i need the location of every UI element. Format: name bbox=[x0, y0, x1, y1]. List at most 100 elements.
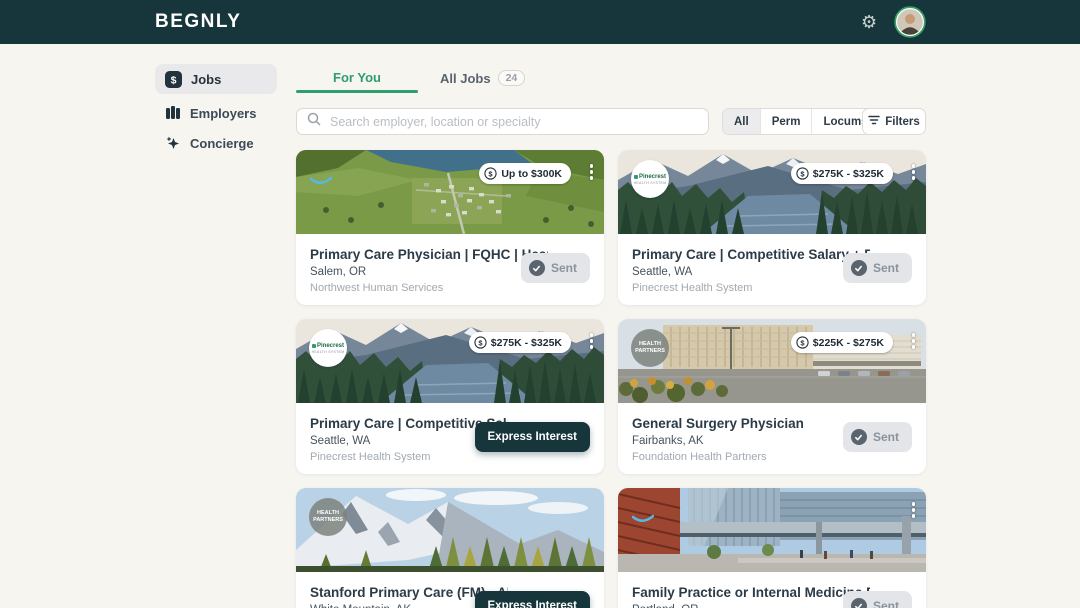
job-action: Sent bbox=[843, 253, 912, 283]
salary-badge-text: $275K - $325K bbox=[491, 337, 562, 349]
job-image: PinecrestHEALTH SYSTEM $ $275K - $325K bbox=[618, 150, 926, 234]
sidebar-item-jobs[interactable]: $ Jobs bbox=[155, 64, 277, 94]
job-card[interactable]: PinecrestHEALTH SYSTEM $ $275K - $325K P… bbox=[296, 319, 604, 474]
sent-button[interactable]: Sent bbox=[843, 253, 912, 283]
job-card[interactable]: $ Up to $300K Primary Care Physician | F… bbox=[296, 150, 604, 305]
sidebar-item-concierge[interactable]: Concierge bbox=[155, 128, 277, 158]
employer-swoosh-logo bbox=[631, 512, 655, 526]
card-menu-icon[interactable] bbox=[588, 162, 596, 182]
check-icon bbox=[851, 598, 867, 608]
job-title: Primary Care Physician | FQHC | Heart of… bbox=[310, 247, 548, 262]
tab-for-you[interactable]: For You bbox=[296, 70, 418, 85]
employer-logo: HEALTHPARTNERS bbox=[631, 329, 669, 367]
job-company: Northwest Human Services bbox=[310, 282, 590, 294]
employer-logo: HEALTHPARTNERS bbox=[309, 498, 347, 536]
salary-badge: $ Up to $300K bbox=[479, 163, 571, 184]
sent-button-label: Sent bbox=[873, 261, 899, 275]
check-icon bbox=[529, 260, 545, 276]
filter-lines-icon bbox=[868, 115, 880, 128]
settings-gear-icon[interactable]: ⚙ bbox=[861, 9, 877, 35]
job-action: Sent bbox=[843, 422, 912, 452]
card-menu-icon[interactable] bbox=[910, 331, 918, 351]
segment-all[interactable]: All bbox=[723, 109, 761, 134]
sent-button[interactable]: Sent bbox=[843, 422, 912, 452]
job-type-segmented-control: All Perm Locums bbox=[722, 108, 880, 135]
job-image: PinecrestHEALTH SYSTEM $ $275K - $325K bbox=[296, 319, 604, 403]
sidebar-item-employers[interactable]: Employers bbox=[155, 98, 277, 128]
job-card[interactable]: HEALTHPARTNERS $ $225K - $275K General S… bbox=[618, 319, 926, 474]
job-card[interactable]: HEALTHPARTNERS Stanford Primary Care (FM… bbox=[296, 488, 604, 608]
job-company: Pinecrest Health System bbox=[632, 282, 912, 294]
job-card-body: Primary Care | Competitive Salary + PSLF… bbox=[618, 234, 926, 305]
search-icon bbox=[307, 112, 321, 131]
segment-perm[interactable]: Perm bbox=[761, 109, 813, 134]
card-menu-icon[interactable] bbox=[588, 331, 596, 351]
all-jobs-count-badge: 24 bbox=[498, 70, 526, 86]
job-title: General Surgery Physician bbox=[632, 416, 870, 431]
job-card[interactable]: PinecrestHEALTH SYSTEM $ $275K - $325K P… bbox=[618, 150, 926, 305]
job-image bbox=[618, 488, 926, 572]
dollar-circle-icon: $ bbox=[796, 167, 809, 180]
salary-badge: $ $225K - $275K bbox=[791, 332, 893, 353]
svg-text:$: $ bbox=[171, 74, 177, 86]
tab-all-jobs[interactable]: All Jobs 24 bbox=[440, 70, 525, 86]
avatar-image bbox=[894, 6, 926, 38]
sent-button[interactable]: Sent bbox=[843, 591, 912, 608]
job-image: $ Up to $300K bbox=[296, 150, 604, 234]
job-action: Sent bbox=[521, 253, 590, 283]
sent-button-label: Sent bbox=[873, 430, 899, 444]
sidebar-item-label: Employers bbox=[190, 106, 256, 121]
salary-badge-text: $275K - $325K bbox=[813, 168, 884, 180]
dollar-circle-icon: $ bbox=[474, 336, 487, 349]
dollar-circle-icon: $ bbox=[796, 336, 809, 349]
user-avatar[interactable] bbox=[894, 6, 926, 38]
app: BEGNLY ⚙ $ Jobs Employers bbox=[0, 0, 1080, 608]
search-bar[interactable] bbox=[296, 108, 709, 135]
employer-logo: PinecrestHEALTH SYSTEM bbox=[631, 160, 669, 198]
sent-button-label: Sent bbox=[873, 599, 899, 608]
job-card-body: Family Practice or Internal Medicine Phy… bbox=[618, 572, 926, 608]
sidebar-item-label: Jobs bbox=[191, 72, 221, 87]
job-cards-grid: $ Up to $300K Primary Care Physician | F… bbox=[296, 150, 926, 608]
sent-button[interactable]: Sent bbox=[521, 253, 590, 283]
filters-button-label: Filters bbox=[885, 116, 920, 128]
job-card-body: Stanford Primary Care (FM) - Alameda Whi… bbox=[296, 572, 604, 608]
search-input[interactable] bbox=[328, 114, 698, 130]
salary-badge: $ $275K - $325K bbox=[469, 332, 571, 353]
dollar-square-icon: $ bbox=[165, 71, 182, 88]
job-image: HEALTHPARTNERS $ $225K - $275K bbox=[618, 319, 926, 403]
job-action: Express Interest bbox=[475, 422, 591, 452]
job-action: Sent bbox=[843, 591, 912, 608]
job-action: Express Interest bbox=[475, 591, 591, 608]
check-icon bbox=[851, 260, 867, 276]
buildings-icon bbox=[165, 105, 181, 121]
job-card-body: Primary Care | Competitive Salary + ... … bbox=[296, 403, 604, 474]
card-menu-icon[interactable] bbox=[910, 162, 918, 182]
express-interest-button[interactable]: Express Interest bbox=[475, 591, 591, 608]
sparkles-icon bbox=[165, 135, 181, 151]
job-title: Primary Care | Competitive Salary + PSLF… bbox=[632, 247, 870, 262]
job-card[interactable]: Family Practice or Internal Medicine Phy… bbox=[618, 488, 926, 608]
job-image: HEALTHPARTNERS bbox=[296, 488, 604, 572]
tab-all-jobs-label: All Jobs bbox=[440, 71, 491, 86]
filters-button[interactable]: Filters bbox=[862, 108, 926, 135]
employer-swoosh-logo bbox=[309, 174, 333, 188]
job-company: Pinecrest Health System bbox=[310, 451, 590, 463]
tab-for-you-label: For You bbox=[333, 70, 381, 85]
salary-badge-text: $225K - $275K bbox=[813, 337, 884, 349]
sidebar-item-label: Concierge bbox=[190, 136, 254, 151]
top-bar: BEGNLY ⚙ bbox=[0, 0, 1080, 44]
app-logo: BEGNLY bbox=[155, 11, 241, 33]
express-interest-button[interactable]: Express Interest bbox=[475, 422, 591, 452]
employer-logo: PinecrestHEALTH SYSTEM bbox=[309, 329, 347, 367]
sent-button-label: Sent bbox=[551, 261, 577, 275]
job-photo bbox=[296, 488, 604, 572]
salary-badge: $ $275K - $325K bbox=[791, 163, 893, 184]
job-company: Foundation Health Partners bbox=[632, 451, 912, 463]
dollar-circle-icon: $ bbox=[484, 167, 497, 180]
check-icon bbox=[851, 429, 867, 445]
card-menu-icon[interactable] bbox=[910, 500, 918, 520]
job-photo bbox=[618, 488, 926, 572]
salary-badge-text: Up to $300K bbox=[501, 168, 562, 180]
job-title: Family Practice or Internal Medicine Phy… bbox=[632, 585, 870, 600]
